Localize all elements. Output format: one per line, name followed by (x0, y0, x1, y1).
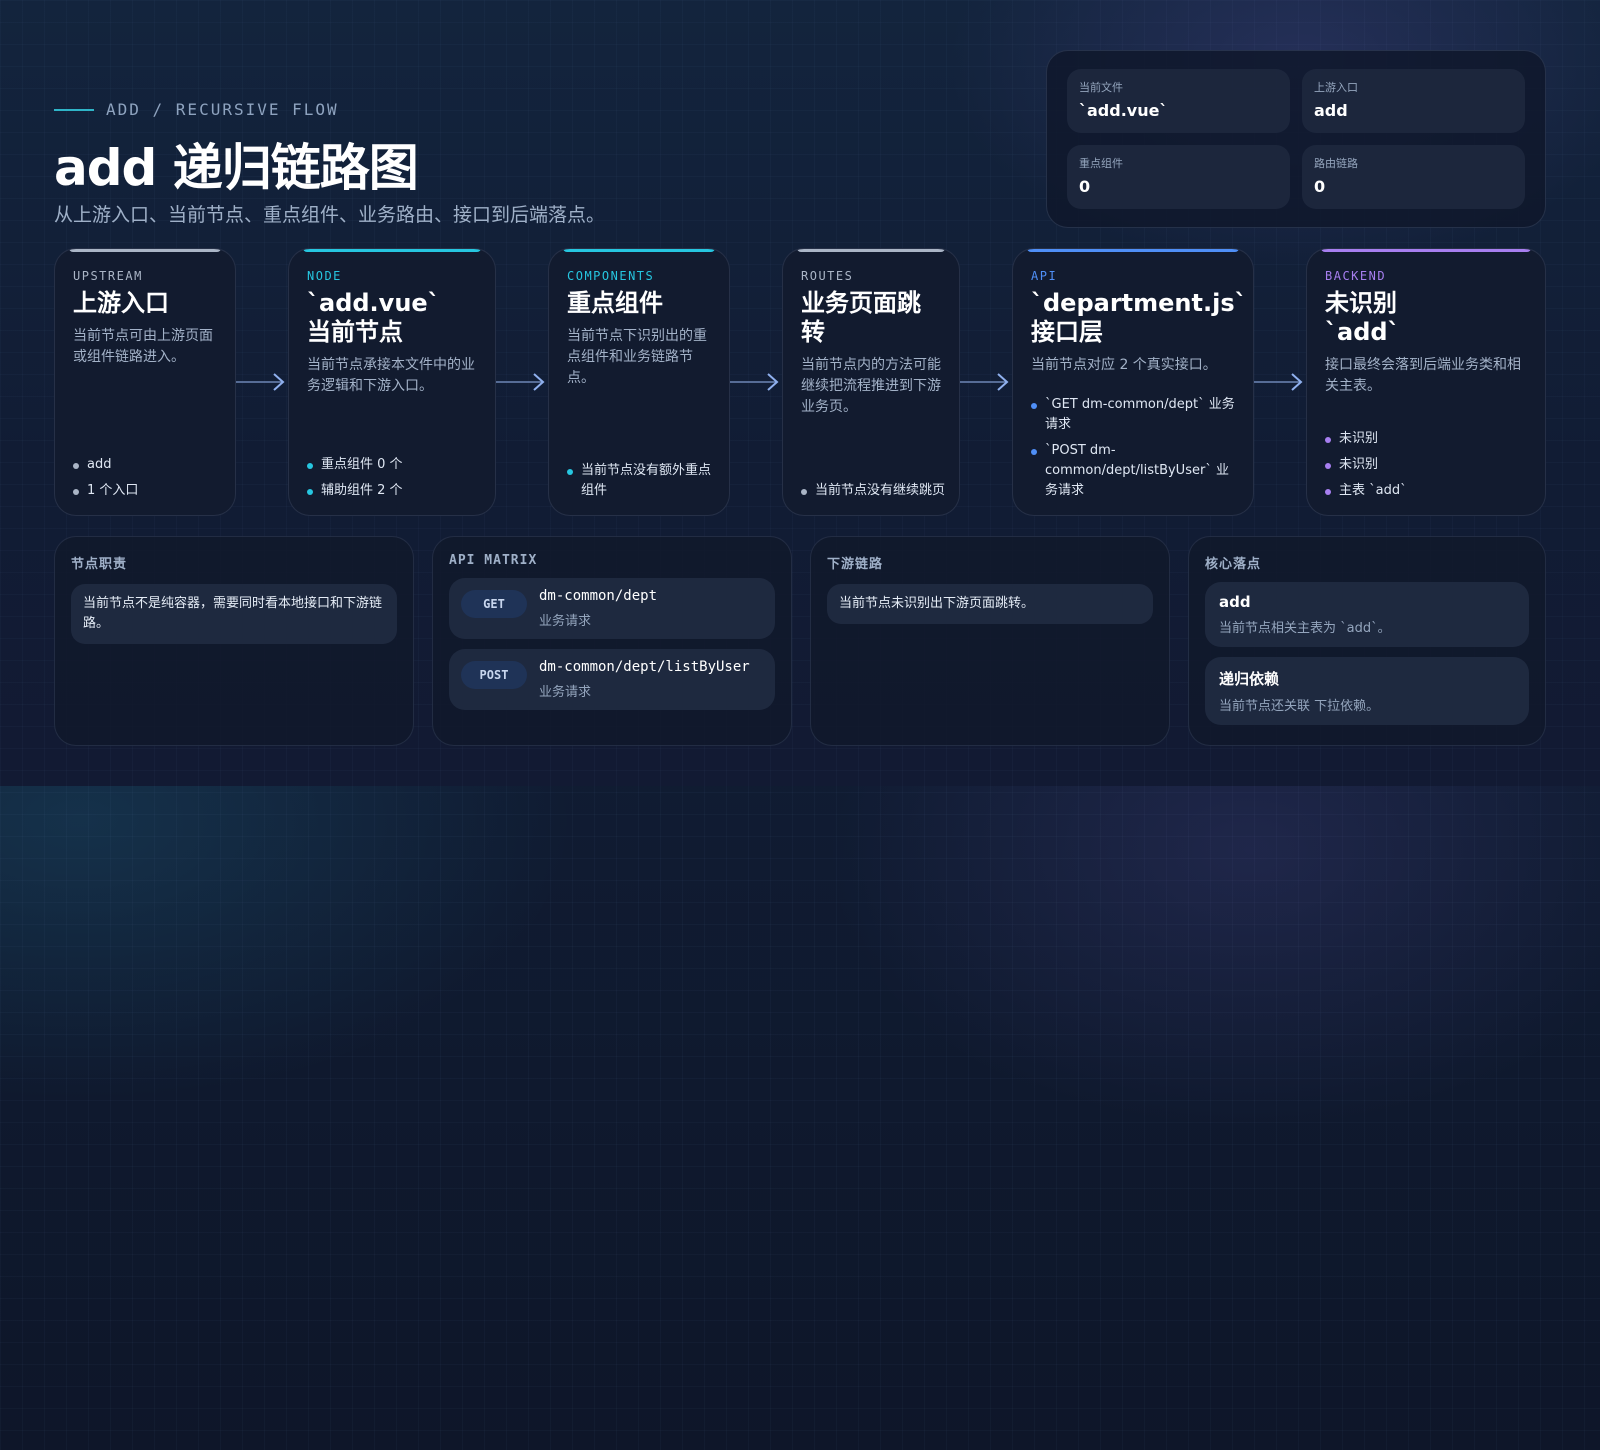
stat-label: 重点组件 (1079, 157, 1123, 170)
list-item: 重点组件 0 个 (307, 455, 481, 475)
card-desc: 当前节点承接本文件中的业务逻辑和下游入口。 (307, 357, 475, 394)
flow-card-upstream: UPSTREAM 上游入口 当前节点可由上游页面或组件链路进入。 add 1 个… (54, 248, 236, 516)
arrow-right-icon (1254, 373, 1303, 391)
panel-title: 核心落点 (1205, 557, 1262, 572)
stat-components: 重点组件 0 (1067, 145, 1290, 209)
core-item-desc: 当前节点相关主表为 `add`。 (1219, 621, 1391, 636)
stat-value: `add.vue` (1079, 101, 1168, 120)
stat-value: 0 (1314, 177, 1326, 196)
panel-text: 当前节点不是纯容器，需要同时看本地接口和下游链路。 (71, 584, 397, 644)
card-title: 业务页面跳转 (801, 289, 921, 346)
card-tag: UPSTREAM (73, 269, 143, 283)
card-title: `add.vue` 当前节点 (307, 289, 440, 346)
arrow-right-icon (960, 373, 1009, 391)
card-accent (797, 249, 945, 252)
panel-downstream: 下游链路 当前节点未识别出下游页面跳转。 (810, 536, 1170, 746)
flow-card-routes: ROUTES 业务页面跳转 当前节点内的方法可能继续把流程推进到下游业务页。 当… (782, 248, 960, 516)
card-list: add 1 个入口 (73, 449, 221, 501)
page-title: add 递归链路图 (54, 139, 419, 197)
card-accent (563, 249, 715, 252)
card-list: 当前节点没有额外重点组件 (567, 455, 715, 501)
core-item-title: 递归依赖 (1219, 670, 1280, 688)
card-accent (69, 249, 221, 252)
card-list: 重点组件 0 个 辅助组件 2 个 (307, 449, 481, 501)
card-title: 上游入口 (73, 289, 169, 317)
page-subtitle: 从上游入口、当前节点、重点组件、业务路由、接口到后端落点。 (54, 204, 606, 226)
api-info: dm-common/dept 业务请求 (539, 588, 657, 629)
card-tag: API (1031, 269, 1058, 283)
stat-upstream: 上游入口 add (1302, 69, 1525, 133)
flow-card-backend: BACKEND 未识别 `add` 接口最终会落到后端业务类和相关主表。 未识别… (1306, 248, 1546, 516)
flow-card-components: COMPONENTS 重点组件 当前节点下识别出的重点组件和业务链路节点。 当前… (548, 248, 730, 516)
list-item: 主表 `add` (1325, 481, 1531, 501)
card-accent (303, 249, 481, 252)
card-tag: NODE (307, 269, 342, 283)
core-item-title: add (1219, 593, 1251, 611)
api-row: POST dm-common/dept/listByUser 业务请求 (449, 649, 775, 710)
card-accent (1027, 249, 1239, 252)
panel-title: 节点职责 (71, 557, 128, 572)
list-item: 当前节点没有继续跳页 (801, 481, 945, 501)
card-list: `GET dm-common/dept` 业务请求 `POST dm-commo… (1031, 389, 1239, 501)
api-path: dm-common/dept/listByUser (539, 659, 750, 675)
api-path: dm-common/dept (539, 588, 658, 604)
card-desc: 当前节点内的方法可能继续把流程推进到下游业务页。 (801, 357, 941, 415)
summary-panel: 当前文件 `add.vue` 上游入口 add 重点组件 0 路由链路 0 (1046, 50, 1546, 228)
panel-text: 当前节点未识别出下游页面跳转。 (827, 584, 1153, 624)
card-tag: BACKEND (1325, 269, 1387, 283)
card-list: 当前节点没有继续跳页 (801, 475, 945, 501)
panel-core: 核心落点 add 当前节点相关主表为 `add`。 递归依赖 当前节点还关联 下… (1188, 536, 1546, 746)
eyebrow-text: ADD / RECURSIVE FLOW (106, 100, 339, 119)
card-tag: ROUTES (801, 269, 854, 283)
card-accent (1321, 249, 1531, 252)
list-item: `POST dm-common/dept/listByUser` 业务请求 (1031, 441, 1239, 501)
stat-label: 当前文件 (1079, 81, 1123, 94)
eyebrow: ADD / RECURSIVE FLOW (54, 100, 339, 119)
card-desc: 当前节点对应 2 个真实接口。 (1031, 357, 1217, 373)
list-item: add (73, 455, 221, 475)
list-item: 未识别 (1325, 429, 1531, 449)
list-item: 1 个入口 (73, 481, 221, 501)
stat-routes: 路由链路 0 (1302, 145, 1525, 209)
list-item: 未识别 (1325, 455, 1531, 475)
card-list: 未识别 未识别 主表 `add` (1325, 423, 1531, 501)
core-item-desc: 当前节点还关联 下拉依赖。 (1219, 699, 1380, 714)
panel-api-matrix: API MATRIX GET dm-common/dept 业务请求 POST … (432, 536, 792, 746)
core-item: 递归依赖 当前节点还关联 下拉依赖。 (1205, 657, 1529, 725)
panel-title: API MATRIX (449, 553, 538, 568)
arrow-right-icon (730, 373, 779, 391)
arrow-right-icon (496, 373, 545, 391)
list-item: 当前节点没有额外重点组件 (567, 461, 715, 501)
panel-node-duty: 节点职责 当前节点不是纯容器，需要同时看本地接口和下游链路。 (54, 536, 414, 746)
flow-card-api: API `department.js` 接口层 当前节点对应 2 个真实接口。 … (1012, 248, 1254, 516)
api-row: GET dm-common/dept 业务请求 (449, 578, 775, 639)
card-desc: 当前节点下识别出的重点组件和业务链路节点。 (567, 328, 707, 386)
api-info: dm-common/dept/listByUser 业务请求 (539, 659, 750, 700)
eyebrow-line (54, 108, 94, 111)
stat-current-file: 当前文件 `add.vue` (1067, 69, 1290, 133)
card-tag: COMPONENTS (567, 269, 655, 283)
stat-label: 上游入口 (1314, 81, 1358, 94)
method-badge: POST (461, 661, 527, 689)
method-badge: GET (461, 590, 527, 618)
list-item: `GET dm-common/dept` 业务请求 (1031, 395, 1239, 435)
card-desc: 当前节点可由上游页面或组件链路进入。 (73, 328, 213, 365)
card-title: `department.js` 接口层 (1031, 289, 1247, 346)
api-note: 业务请求 (539, 685, 592, 700)
core-item: add 当前节点相关主表为 `add`。 (1205, 582, 1529, 647)
flow-card-node: NODE `add.vue` 当前节点 当前节点承接本文件中的业务逻辑和下游入口… (288, 248, 496, 516)
arrow-right-icon (236, 373, 285, 391)
card-desc: 接口最终会落到后端业务类和相关主表。 (1325, 357, 1521, 394)
panel-title: 下游链路 (827, 557, 884, 572)
stat-value: add (1314, 101, 1348, 120)
api-note: 业务请求 (539, 614, 592, 629)
card-title: 未识别 `add` (1325, 289, 1400, 346)
stat-label: 路由链路 (1314, 157, 1358, 170)
stat-value: 0 (1079, 177, 1091, 196)
list-item: 辅助组件 2 个 (307, 481, 481, 501)
card-title: 重点组件 (567, 289, 663, 317)
